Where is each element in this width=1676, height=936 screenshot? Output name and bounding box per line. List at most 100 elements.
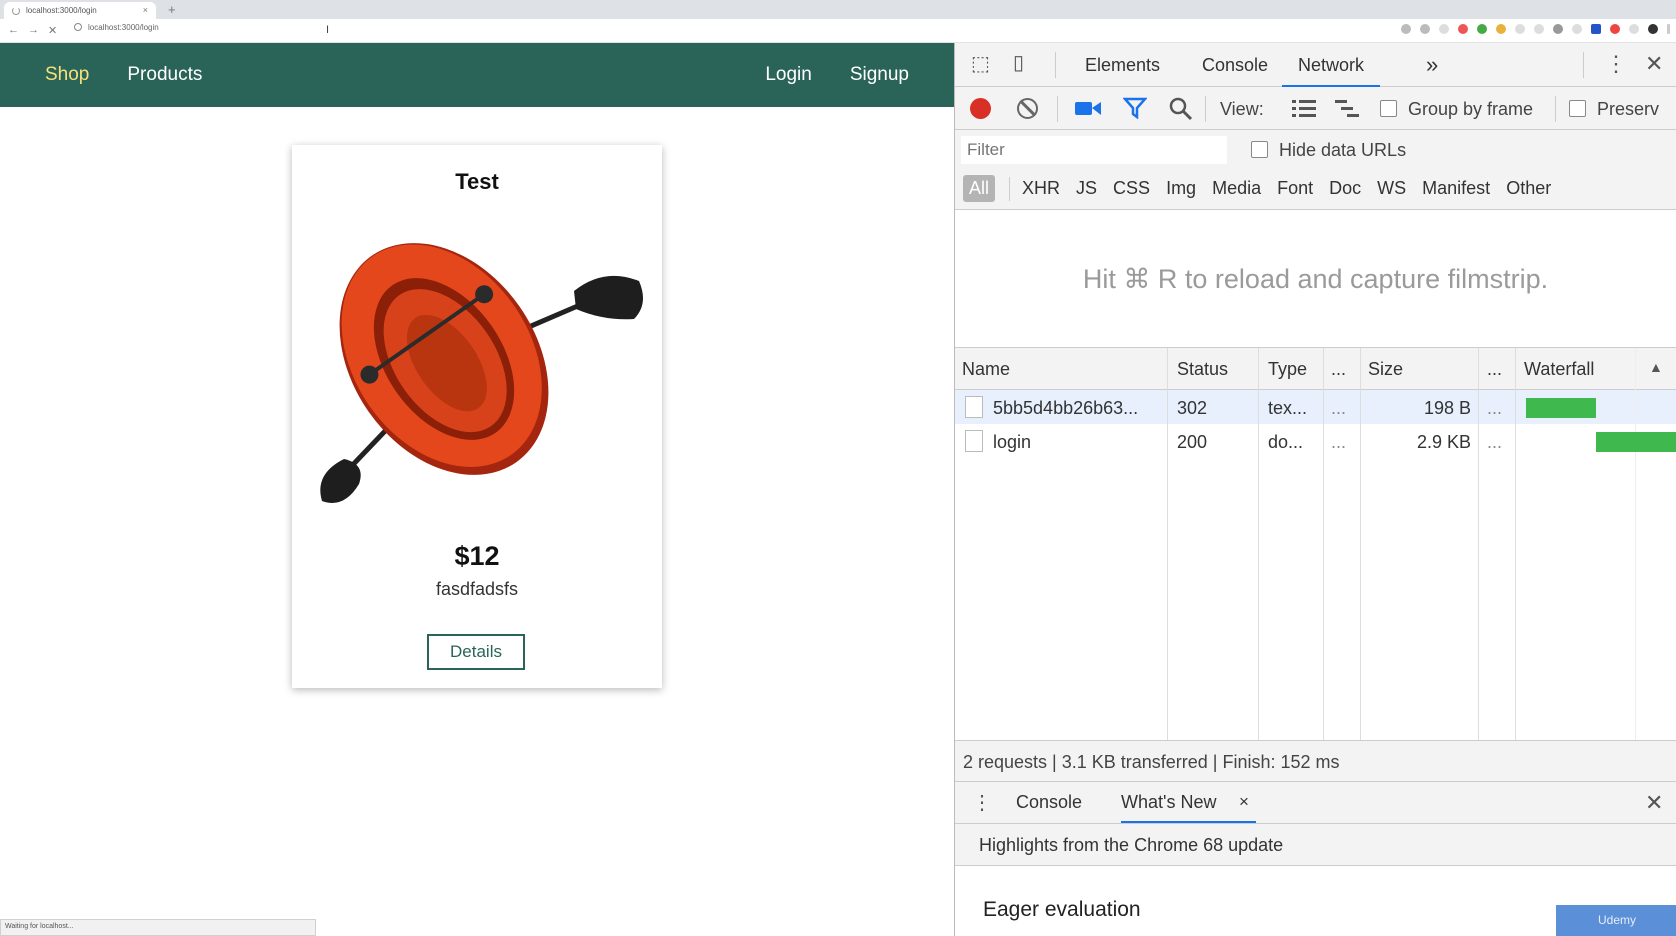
column-header-more[interactable]: ... (1487, 359, 1502, 380)
type-filter-css[interactable]: CSS (1113, 178, 1150, 199)
stop-icon[interactable]: ✕ (48, 24, 57, 37)
drawer-tabbar: ⋮ Console What's New × ✕ (955, 782, 1676, 824)
network-toolbar: View: Group by frame Preserv (955, 87, 1676, 130)
close-drawer-icon[interactable]: ✕ (1645, 790, 1663, 816)
udemy-watermark: Udemy (1556, 905, 1676, 936)
resource-type-filters: All XHR JS CSS Img Media Font Doc WS Man… (963, 175, 1567, 202)
type-filter-ws[interactable]: WS (1377, 178, 1406, 199)
extension-icon[interactable] (1515, 24, 1525, 34)
column-header-status[interactable]: Status (1177, 359, 1228, 380)
menu-icon[interactable] (1667, 24, 1670, 34)
preserve-log-checkbox[interactable] (1569, 100, 1586, 117)
new-tab-button[interactable]: + (168, 2, 176, 17)
group-by-frame-checkbox[interactable] (1380, 100, 1397, 117)
browser-tabstrip: localhost:3000/login × + (0, 0, 1676, 19)
record-icon[interactable] (970, 98, 991, 119)
filter-input[interactable] (961, 136, 1227, 164)
waterfall-bar (1596, 432, 1676, 452)
extension-icon[interactable] (1572, 24, 1582, 34)
devtools-tabbar: ⬚ ▯ Elements Console Network » ⋮ ✕ (955, 43, 1676, 87)
column-divider (1515, 348, 1516, 741)
type-filter-js[interactable]: JS (1076, 178, 1097, 199)
tab-elements[interactable]: Elements (1085, 55, 1160, 76)
sort-ascending-icon[interactable]: ▲ (1649, 359, 1663, 375)
capture-screenshots-icon[interactable] (1075, 100, 1101, 117)
document-icon (965, 396, 983, 418)
column-header-size[interactable]: Size (1368, 359, 1403, 380)
type-filter-font[interactable]: Font (1277, 178, 1313, 199)
details-button[interactable]: Details (427, 634, 525, 670)
filter-icon[interactable] (1123, 97, 1147, 119)
extension-icon[interactable] (1439, 24, 1449, 34)
network-request-table: Name Status Type ... Size ... Waterfall … (955, 347, 1676, 741)
filter-extension-icon[interactable] (1553, 24, 1563, 34)
address-bar[interactable]: localhost:3000/login (74, 23, 159, 32)
product-description: fasdfadsfs (435, 579, 519, 599)
tab-console[interactable]: Console (1202, 55, 1268, 76)
request-name[interactable]: 5bb5d4bb26b63... (993, 398, 1138, 419)
column-header-type[interactable]: Type (1268, 359, 1307, 380)
inspect-element-icon[interactable]: ⬚ (971, 51, 990, 76)
bookmark-star-icon[interactable] (1420, 24, 1430, 34)
tab-close-icon[interactable]: × (143, 5, 148, 15)
main-header: Shop Products Login Signup (0, 43, 954, 107)
avatar[interactable] (1648, 24, 1658, 34)
hide-data-urls-label: Hide data URLs (1279, 140, 1407, 160)
hide-data-urls-checkbox[interactable] (1251, 141, 1268, 158)
kebab-menu-icon[interactable]: ⋮ (1605, 51, 1627, 77)
nav-shop[interactable]: Shop (45, 64, 89, 86)
request-type: do... (1268, 432, 1304, 452)
request-more: ... (1331, 398, 1347, 418)
type-filter-xhr[interactable]: XHR (1022, 178, 1060, 199)
info-icon[interactable] (74, 23, 82, 31)
browser-tab[interactable]: localhost:3000/login × (4, 2, 156, 19)
page-viewport: Shop Products Login Signup Test $12 fasd… (0, 43, 954, 936)
drawer-tab-console[interactable]: Console (1016, 792, 1082, 813)
close-tab-icon[interactable]: × (1239, 792, 1249, 812)
extension-icon[interactable] (1534, 24, 1544, 34)
request-status: 302 (1177, 398, 1208, 418)
nav-login[interactable]: Login (765, 64, 812, 86)
red-extension-icon[interactable] (1610, 24, 1620, 34)
column-header-more[interactable]: ... (1331, 359, 1346, 380)
loading-status-bar: Waiting for localhost... (0, 919, 316, 936)
opera-extension-icon[interactable] (1458, 24, 1468, 34)
divider (1555, 96, 1556, 122)
drawer-tab-whats-new[interactable]: What's New (1121, 792, 1257, 823)
column-header-waterfall[interactable]: Waterfall (1524, 359, 1594, 380)
clear-icon[interactable] (1017, 98, 1038, 119)
zoom-icon[interactable] (1401, 24, 1411, 34)
overview-icon[interactable] (1335, 99, 1361, 118)
extension-icon[interactable] (1629, 24, 1639, 34)
forward-icon[interactable]: → (28, 24, 39, 36)
drawer-menu-icon[interactable]: ⋮ (972, 790, 992, 815)
nav-signup[interactable]: Signup (850, 64, 909, 86)
tab-network[interactable]: Network (1282, 55, 1381, 87)
device-toolbar-icon[interactable]: ▯ (1013, 50, 1024, 75)
type-filter-other[interactable]: Other (1506, 178, 1551, 199)
url-text: localhost:3000/login (88, 23, 159, 32)
column-header-name[interactable]: Name (962, 359, 1010, 380)
request-more: ... (1331, 432, 1347, 452)
search-icon[interactable] (1169, 97, 1193, 121)
back-icon[interactable]: ← (8, 24, 19, 36)
preserve-log-label: Preserv (1597, 99, 1660, 119)
blue-extension-icon[interactable] (1591, 24, 1601, 34)
column-divider (1258, 348, 1259, 741)
large-rows-icon[interactable] (1292, 99, 1316, 118)
type-filter-manifest[interactable]: Manifest (1422, 178, 1490, 199)
oar-blade (574, 275, 643, 320)
divider (1583, 52, 1584, 78)
type-filter-all[interactable]: All (963, 175, 996, 202)
more-tabs-icon[interactable]: » (1426, 52, 1438, 78)
emoji-extension-icon[interactable] (1496, 24, 1506, 34)
network-summary: 2 requests | 3.1 KB transferred | Finish… (955, 740, 1676, 782)
nav-products[interactable]: Products (127, 64, 202, 86)
request-name[interactable]: login (993, 432, 1031, 453)
close-devtools-icon[interactable]: ✕ (1645, 51, 1663, 77)
leaf-extension-icon[interactable] (1477, 24, 1487, 34)
filter-bar: Hide data URLs All XHR JS CSS Img Media … (955, 130, 1676, 210)
type-filter-doc[interactable]: Doc (1329, 178, 1361, 199)
type-filter-media[interactable]: Media (1212, 178, 1261, 199)
type-filter-img[interactable]: Img (1166, 178, 1196, 199)
